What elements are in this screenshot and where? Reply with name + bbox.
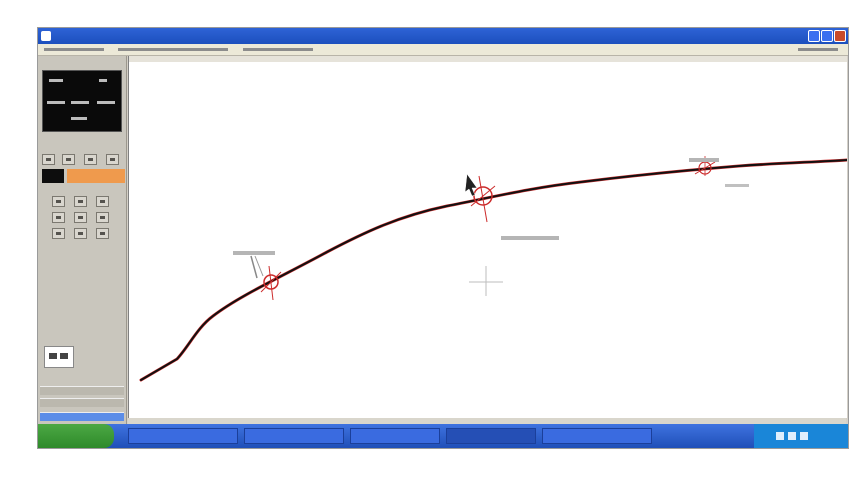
- tool-button[interactable]: [74, 212, 87, 223]
- taskbar-button[interactable]: [350, 428, 440, 444]
- tool-button[interactable]: [74, 196, 87, 207]
- taskbar-button[interactable]: [542, 428, 652, 444]
- panel-section[interactable]: [40, 386, 124, 395]
- tool-button[interactable]: [74, 228, 87, 239]
- tool-panel: [38, 56, 127, 424]
- tool-button[interactable]: [106, 154, 119, 165]
- tool-button[interactable]: [52, 196, 65, 207]
- desktop-screenshot: [38, 28, 848, 448]
- mode-orange-swatch[interactable]: [67, 169, 125, 183]
- tool-button[interactable]: [84, 154, 97, 165]
- app-icon: [41, 31, 51, 41]
- tray-icon[interactable]: [788, 432, 796, 440]
- menu-item[interactable]: [118, 48, 228, 51]
- taskbar-button-active[interactable]: [446, 428, 536, 444]
- crosshair-icon: [469, 266, 503, 296]
- zoom-out-icon[interactable]: [60, 353, 68, 359]
- taskbar-button[interactable]: [128, 428, 238, 444]
- circle-marker-icon[interactable]: [470, 175, 496, 223]
- menu-item[interactable]: [243, 48, 313, 51]
- system-tray: [754, 424, 848, 448]
- tray-icon[interactable]: [776, 432, 784, 440]
- minimize-icon[interactable]: [808, 30, 820, 42]
- profile-curve-core: [140, 159, 847, 381]
- zoom-controls[interactable]: [44, 346, 74, 368]
- menu-item[interactable]: [44, 48, 104, 51]
- mode-selector[interactable]: [42, 169, 126, 183]
- maximize-icon[interactable]: [821, 30, 833, 42]
- circle-marker-icon[interactable]: [250, 255, 282, 301]
- tray-icon[interactable]: [800, 432, 808, 440]
- coordinate-readout: [42, 70, 122, 132]
- tool-button[interactable]: [96, 196, 109, 207]
- mode-black-swatch[interactable]: [42, 169, 64, 183]
- taskbar: [38, 424, 848, 448]
- tool-button[interactable]: [52, 228, 65, 239]
- close-icon[interactable]: [834, 30, 846, 42]
- panel-section-selected[interactable]: [40, 412, 124, 421]
- tool-button[interactable]: [96, 212, 109, 223]
- start-button[interactable]: [38, 424, 114, 448]
- tool-button[interactable]: [96, 228, 109, 239]
- taskbar-button[interactable]: [244, 428, 344, 444]
- drawing-canvas[interactable]: [128, 56, 847, 418]
- tool-button[interactable]: [52, 212, 65, 223]
- panel-footer: [40, 386, 124, 424]
- menu-item[interactable]: [798, 48, 838, 51]
- profile-curve[interactable]: [139, 158, 847, 382]
- tool-button[interactable]: [62, 154, 75, 165]
- profile-drawing[interactable]: [129, 56, 847, 418]
- zoom-in-icon[interactable]: [49, 353, 57, 359]
- caption-text: [6, 454, 856, 484]
- menu-bar: [38, 44, 848, 56]
- panel-section[interactable]: [40, 398, 124, 407]
- tool-button[interactable]: [42, 154, 55, 165]
- window-titlebar[interactable]: [38, 28, 848, 44]
